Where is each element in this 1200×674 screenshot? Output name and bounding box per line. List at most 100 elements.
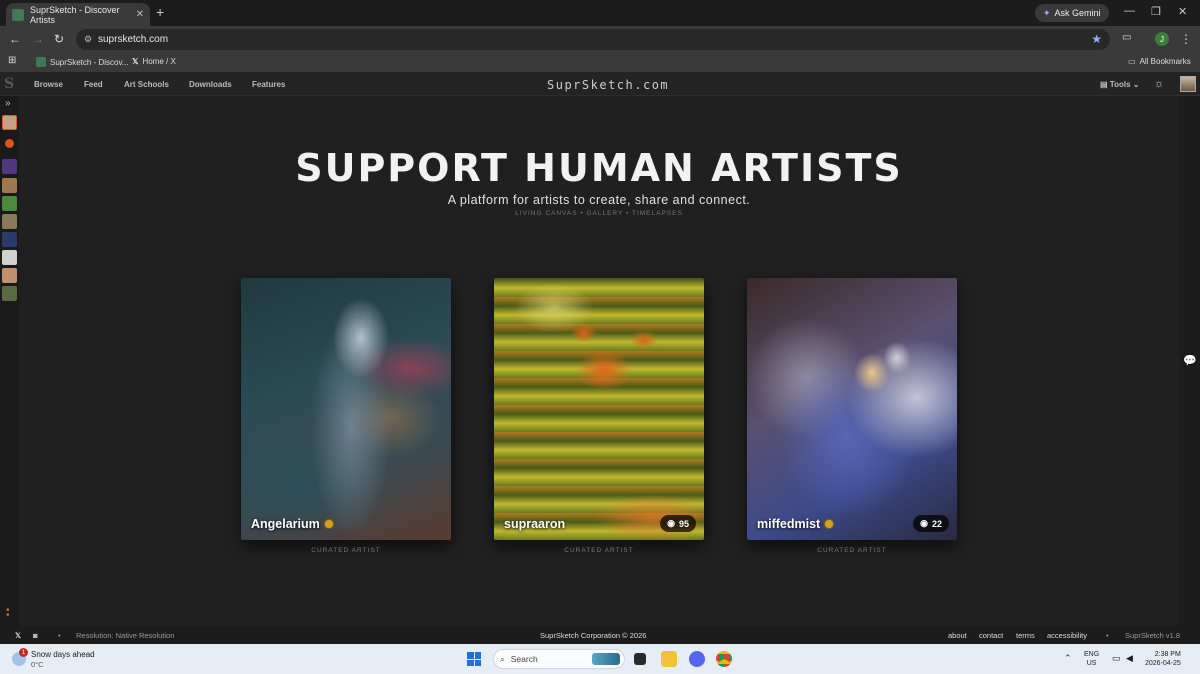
nav-features[interactable]: Features — [252, 80, 285, 89]
cast-icon[interactable]: ▭ — [1122, 32, 1131, 43]
artist-name[interactable]: Angelarium — [251, 517, 334, 531]
file-explorer-icon[interactable] — [661, 651, 677, 667]
bookmark-label: Home / X — [142, 57, 176, 66]
hero-subtitle: A platform for artists to create, share … — [447, 193, 751, 207]
rail-avatar[interactable] — [2, 178, 17, 193]
close-tab-icon[interactable]: ✕ — [136, 9, 144, 20]
language-indicator[interactable]: ENG US — [1084, 650, 1099, 668]
view-count: 22 — [931, 518, 942, 529]
site-info-icon[interactable]: ⚙ — [84, 34, 92, 45]
rail-avatar[interactable] — [2, 286, 17, 301]
rail-avatar[interactable] — [2, 159, 17, 174]
bookmark-suprsketch[interactable]: SuprSketch - Discov... — [36, 57, 129, 67]
all-bookmarks-label: All Bookmarks — [1139, 57, 1191, 66]
copyright: SuprSketch Corporation © 2026 — [540, 631, 647, 640]
toolbox-icon: ▤ — [1100, 80, 1110, 89]
card-caption: CURATED ARTIST — [311, 547, 381, 554]
x-logo-icon[interactable]: 𝕏 — [15, 631, 21, 640]
profile-avatar[interactable]: J — [1155, 32, 1169, 46]
clock[interactable]: 2:38 PM 2026-04-25 — [1145, 650, 1181, 668]
browser-toolbar: ← → ↻ ⚙ suprsketch.com ★ ▭ ⋮ — [0, 26, 1200, 52]
ask-gemini-button[interactable]: ✦ Ask Gemini — [1035, 4, 1109, 22]
view-count: 95 — [678, 518, 689, 529]
url-text: suprsketch.com — [98, 34, 169, 45]
nav-art-schools[interactable]: Art Schools — [124, 80, 169, 89]
restore-icon[interactable]: ❐ — [1151, 5, 1161, 18]
gemini-sparkle-icon: ✦ — [1043, 7, 1051, 18]
chevron-down-icon: ⌄ — [1130, 80, 1140, 89]
search-highlight-icon — [592, 653, 620, 665]
site-footer: 𝕏 ◙ • Resolution: Native Resolution Supr… — [0, 626, 1200, 644]
minimize-icon[interactable]: — — [1124, 5, 1135, 17]
bookmark-label: SuprSketch - Discov... — [50, 57, 129, 67]
rail-avatar[interactable] — [2, 268, 17, 283]
task-view-icon[interactable] — [634, 653, 646, 665]
artist-card-miffedmist[interactable]: miffedmist ◉ 22 — [747, 278, 957, 540]
artist-card-angelarium[interactable]: Angelarium — [241, 278, 451, 540]
artist-name[interactable]: supraaron — [504, 517, 565, 531]
tray-chevron-up-icon[interactable]: ⌃ — [1064, 653, 1072, 664]
chat-bubbles-icon[interactable]: 💬 — [1183, 354, 1197, 367]
rail-avatar[interactable] — [2, 115, 17, 130]
all-bookmarks-button[interactable]: ▭ All Bookmarks — [1128, 57, 1191, 66]
rail-avatar[interactable] — [2, 196, 17, 211]
resolution-status[interactable]: Resolution: Native Resolution — [76, 631, 174, 640]
new-tab-button[interactable]: + — [156, 4, 164, 20]
site-logo-icon[interactable]: S — [4, 76, 14, 92]
artist-name-label: supraaron — [504, 517, 566, 531]
bookmark-star-icon[interactable]: ★ — [1091, 32, 1102, 46]
taskbar-search[interactable]: ⌕ Search — [493, 649, 625, 669]
artist-card-supraaron[interactable]: supraaron ◉ 95 — [494, 278, 704, 540]
expand-rail-icon[interactable]: » — [5, 98, 11, 109]
rail-avatar[interactable] — [2, 250, 17, 265]
volume-icon[interactable]: ◀ — [1126, 653, 1133, 664]
rail-avatar[interactable] — [2, 232, 17, 247]
discord-icon[interactable]: ◙ — [33, 631, 38, 640]
apps-grid-icon[interactable]: ⊞ — [8, 55, 16, 66]
lang-top: ENG — [1084, 651, 1100, 658]
card-caption: CURATED ARTIST — [564, 547, 634, 554]
user-avatar[interactable] — [1180, 76, 1196, 92]
rail-avatar[interactable] — [2, 214, 17, 229]
more-vertical-icon[interactable]: • • — [6, 606, 10, 621]
search-placeholder: Search — [510, 654, 538, 664]
left-rail: » • • — [0, 96, 19, 626]
footer-terms-link[interactable]: terms — [1016, 631, 1035, 640]
tab-suprsketch[interactable]: SuprSketch - Discover Artists ✕ — [6, 3, 150, 26]
suprsketch-favicon-icon — [36, 57, 46, 67]
artist-name[interactable]: miffedmist — [757, 517, 835, 531]
x-logo-icon: 𝕏 — [132, 57, 139, 66]
eye-icon: ◉ — [920, 518, 928, 528]
nav-downloads[interactable]: Downloads — [189, 80, 232, 89]
tools-menu-button[interactable]: ▤ Tools ⌄ — [1100, 80, 1139, 89]
forward-icon[interactable]: → — [32, 32, 44, 46]
right-rail: 💬 — [1179, 96, 1200, 626]
network-icon[interactable]: ▭ — [1112, 653, 1121, 664]
clock-date: 2026-04-25 — [1145, 660, 1181, 667]
discord-app-icon[interactable] — [689, 651, 705, 667]
footer-about-link[interactable]: about — [948, 631, 967, 640]
theme-toggle-sun-icon[interactable]: ☼ — [1154, 78, 1164, 90]
chrome-app-icon[interactable] — [716, 651, 732, 667]
weather-temp: 0°C — [31, 660, 44, 669]
fire-icon[interactable] — [5, 139, 14, 148]
close-window-icon[interactable]: ✕ — [1178, 5, 1187, 18]
hero-links[interactable]: LIVING CANVAS • GALLERY • TIMELAPSES — [19, 210, 1179, 217]
hero-title: SUPPORT HUMAN ARTISTS — [295, 146, 903, 190]
windows-start-icon[interactable] — [467, 652, 481, 666]
footer-contact-link[interactable]: contact — [979, 631, 1003, 640]
search-icon: ⌕ — [500, 653, 505, 664]
site-brand[interactable]: SuprSketch.com — [547, 78, 669, 92]
footer-accessibility-link[interactable]: accessibility — [1047, 631, 1087, 640]
address-bar[interactable]: ⚙ suprsketch.com ★ — [76, 29, 1110, 50]
taskbar: 1 Snow days ahead 0°C ⌕ Search ⌃ ENG US … — [0, 644, 1200, 674]
bookmark-x-home[interactable]: 𝕏 Home / X — [132, 57, 176, 66]
view-count-badge: ◉ 95 — [660, 515, 696, 532]
menu-kebab-icon[interactable]: ⋮ — [1180, 32, 1192, 46]
reload-icon[interactable]: ↻ — [54, 32, 64, 46]
back-icon[interactable]: ← — [9, 32, 21, 46]
suprsketch-favicon-icon — [12, 8, 24, 21]
weather-title[interactable]: Snow days ahead — [31, 650, 95, 659]
nav-feed[interactable]: Feed — [84, 80, 103, 89]
nav-browse[interactable]: Browse — [34, 80, 63, 89]
